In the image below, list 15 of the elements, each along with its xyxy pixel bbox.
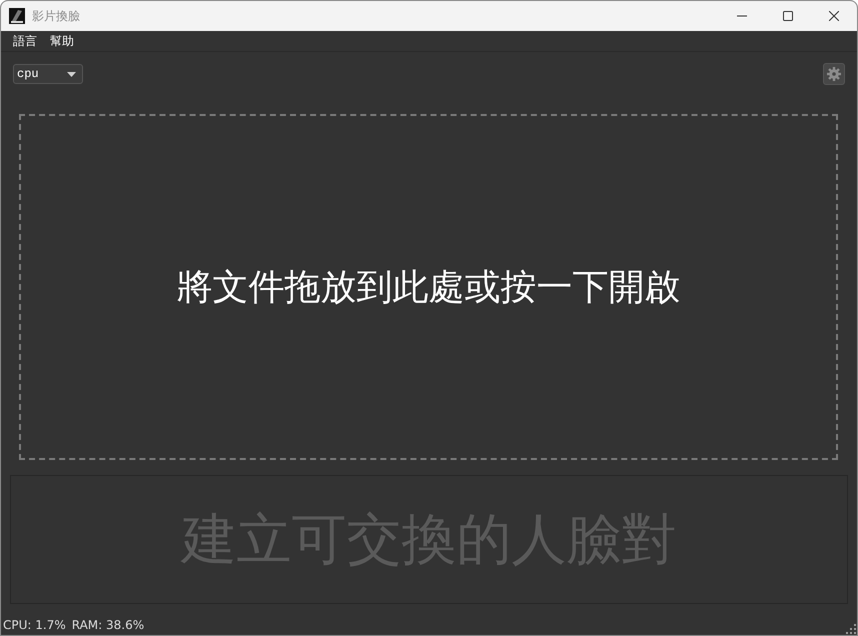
- maximize-icon: [783, 11, 793, 21]
- resize-grip-icon[interactable]: [846, 624, 856, 634]
- menu-item[interactable]: 語言: [7, 32, 43, 50]
- cpu-usage: CPU: 1.7%: [3, 618, 66, 632]
- settings-button[interactable]: [823, 63, 845, 85]
- drop-zone-label: 將文件拖放到此處或按一下開啟: [176, 266, 680, 310]
- close-icon: [829, 11, 839, 21]
- file-drop-zone[interactable]: 將文件拖放到此處或按一下開啟: [19, 114, 838, 460]
- settings-icon: [827, 67, 841, 81]
- device-dropdown[interactable]: cpu: [13, 64, 83, 84]
- app-logo-icon: [9, 8, 25, 24]
- caret-icon: [67, 72, 76, 76]
- menu-item[interactable]: 幫助: [44, 32, 80, 50]
- window-title: 影片換臉: [32, 8, 80, 24]
- ram-usage: RAM: 38.6%: [72, 618, 144, 632]
